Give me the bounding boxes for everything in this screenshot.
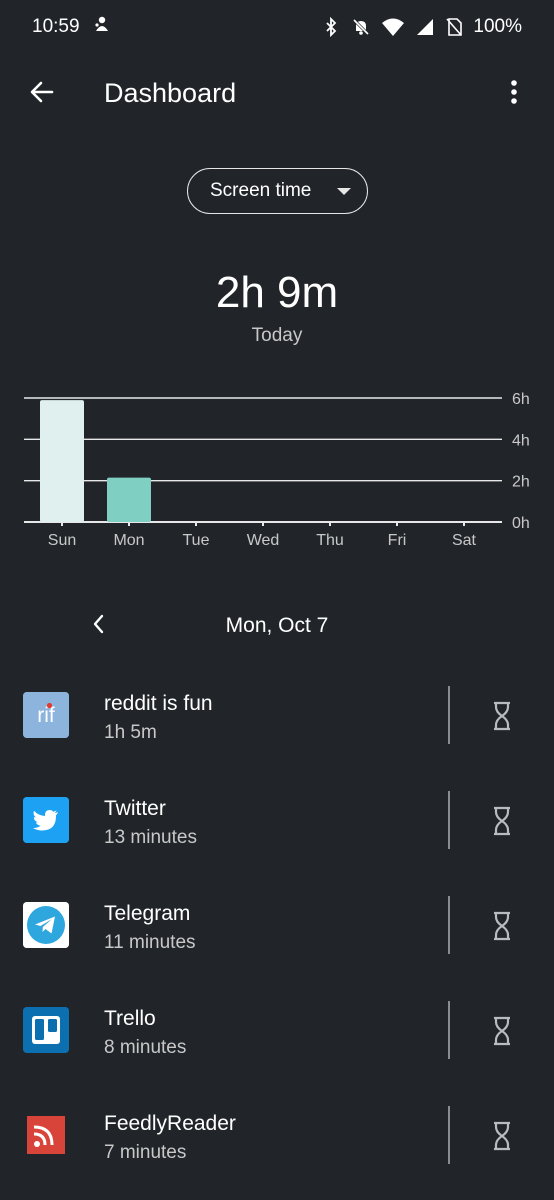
chart-bar-mon[interactable]: [107, 477, 151, 522]
chart-bar-sun[interactable]: [40, 400, 84, 522]
total-screen-time: 2h 9m: [215, 268, 339, 317]
summary-period: Today: [251, 325, 303, 346]
y-tick-label: 4h: [512, 432, 530, 449]
app-usage-time: 7 minutes: [104, 1142, 187, 1163]
app-timer-button[interactable]: [482, 1009, 522, 1053]
hourglass-icon: [494, 806, 510, 836]
mute-bell-icon: [351, 17, 371, 37]
twitter-icon: [23, 797, 69, 843]
metric-selector-label: Screen time: [210, 180, 312, 201]
reddit-is-fun-icon: rif: [23, 692, 69, 738]
divider: [448, 1106, 450, 1164]
status-time: 10:59: [32, 16, 80, 37]
battery-level: 100%: [473, 16, 522, 37]
weekly-usage-chart: 6h 4h 2h 0h Sun Mon Tue Wed Thu Fri Sat: [24, 391, 530, 549]
app-usage-time: 11 minutes: [104, 932, 196, 953]
list-item[interactable]: Trello 8 minutes: [0, 981, 554, 1086]
app-timer-button[interactable]: [482, 694, 522, 738]
divider: [448, 686, 450, 744]
app-name: Trello: [104, 1007, 156, 1030]
more-options-button[interactable]: [492, 70, 536, 114]
bluetooth-icon: [321, 17, 341, 37]
no-sim-icon: [445, 17, 463, 37]
divider: [448, 791, 450, 849]
app-timer-button[interactable]: [482, 904, 522, 948]
x-tick-label: Sat: [452, 532, 477, 549]
back-button[interactable]: [20, 70, 64, 114]
app-timer-button[interactable]: [482, 1114, 522, 1158]
hourglass-icon: [494, 701, 510, 731]
hourglass-icon: [494, 1121, 510, 1151]
caret-down-icon: [337, 188, 351, 195]
feedly-reader-icon: [23, 1112, 69, 1158]
more-vert-icon: [511, 80, 517, 104]
telegram-icon: [23, 902, 69, 948]
divider: [448, 1001, 450, 1059]
y-tick-label: 6h: [512, 391, 530, 408]
hourglass-icon: [494, 911, 510, 941]
divider: [448, 896, 450, 954]
wifi-icon: [381, 17, 405, 37]
list-item[interactable]: FeedlyReader 7 minutes: [0, 1086, 554, 1191]
app-name: FeedlyReader: [104, 1112, 236, 1135]
y-tick-label: 2h: [512, 474, 530, 491]
notification-icon: [92, 14, 112, 40]
app-timer-button[interactable]: [482, 799, 522, 843]
app-usage-list: rif reddit is fun 1h 5m Twitter 13 minut…: [0, 666, 554, 1191]
list-item[interactable]: Telegram 11 minutes: [0, 876, 554, 981]
list-item[interactable]: rif reddit is fun 1h 5m: [0, 666, 554, 771]
rif-icon-text: rif: [37, 704, 55, 727]
hourglass-icon: [494, 1016, 510, 1046]
x-tick-label: Thu: [316, 532, 344, 549]
app-usage-time: 13 minutes: [104, 827, 197, 848]
y-tick-label: 0h: [512, 515, 530, 532]
app-name: Telegram: [104, 902, 191, 925]
x-tick-label: Sun: [48, 532, 76, 549]
selected-date: Mon, Oct 7: [225, 614, 329, 637]
x-tick-label: Tue: [183, 532, 210, 549]
metric-selector-dropdown[interactable]: Screen time: [187, 168, 368, 214]
app-name: reddit is fun: [104, 692, 213, 715]
trello-icon: [23, 1007, 69, 1053]
x-tick-label: Wed: [247, 532, 280, 549]
x-tick-label: Mon: [113, 532, 144, 549]
arrow-left-icon: [30, 81, 54, 103]
app-name: Twitter: [104, 797, 166, 820]
status-bar: 10:59 100%: [0, 0, 554, 54]
page-title: Dashboard: [104, 78, 237, 108]
app-usage-time: 1h 5m: [104, 722, 157, 743]
signal-icon: [415, 17, 435, 37]
app-usage-time: 8 minutes: [104, 1037, 187, 1058]
app-bar: Dashboard: [0, 60, 554, 128]
x-tick-label: Fri: [388, 532, 407, 549]
list-item[interactable]: Twitter 13 minutes: [0, 771, 554, 876]
